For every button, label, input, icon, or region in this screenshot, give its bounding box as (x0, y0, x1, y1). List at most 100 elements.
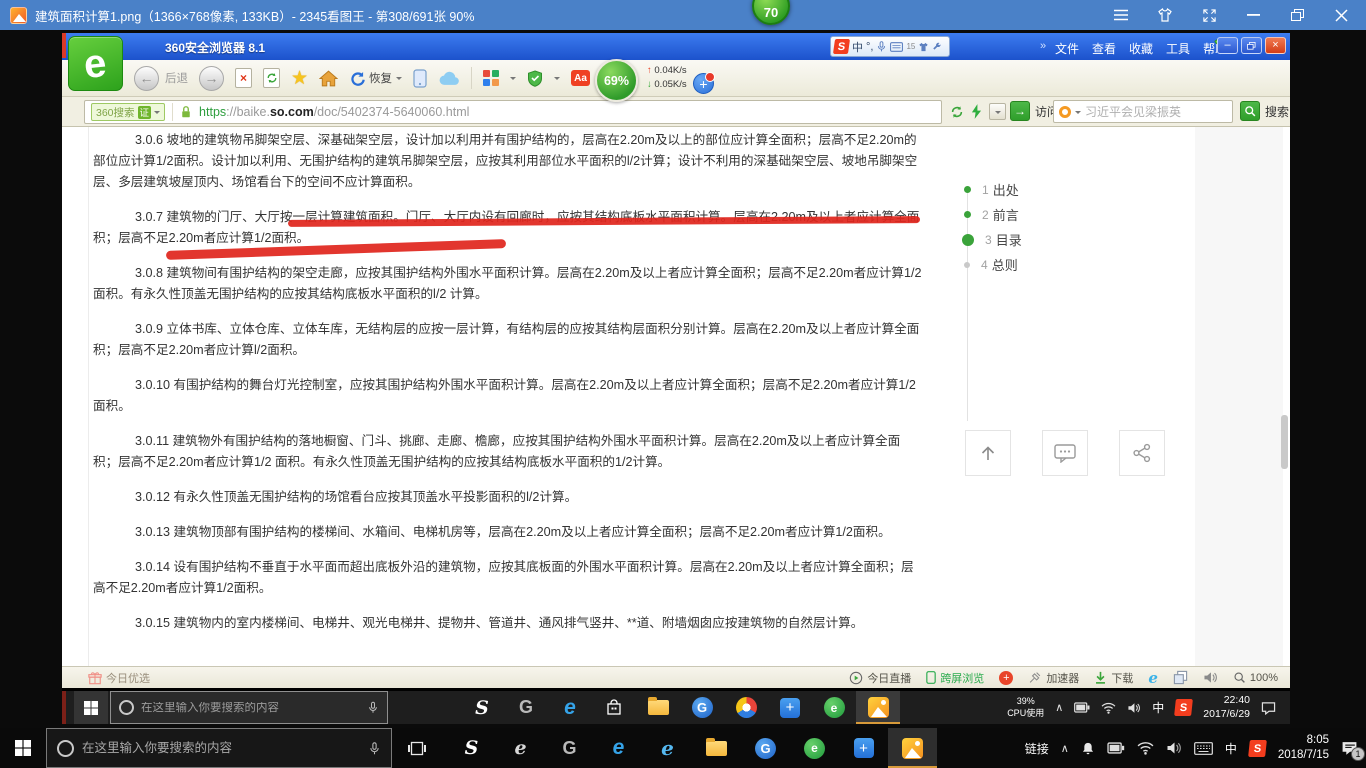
speaker-icon[interactable] (1166, 741, 1182, 755)
zoom-control[interactable]: 100% (1233, 671, 1278, 684)
browser-minimize-icon[interactable]: – (1217, 37, 1238, 54)
app-edge[interactable]: e (548, 691, 592, 724)
page-refresh-icon[interactable] (950, 105, 964, 119)
tray-clock[interactable]: 22:40 2017/6/29 (1203, 694, 1250, 721)
toc-item-qianyan[interactable]: 2 前言 (962, 202, 1082, 227)
skin-shirt-icon[interactable] (918, 42, 929, 52)
download-link[interactable]: 下载 (1094, 670, 1133, 686)
speaker-icon[interactable] (1127, 702, 1141, 714)
wifi-icon[interactable] (1101, 702, 1116, 714)
chevron-down-icon[interactable] (510, 77, 516, 83)
theme-shirt-icon[interactable] (1154, 4, 1176, 26)
app-sogou[interactable]: S (447, 728, 496, 768)
stop-button[interactable]: × (235, 68, 252, 88)
browser-restore-icon[interactable] (1241, 37, 1262, 54)
app-chrome-ball[interactable] (724, 691, 768, 724)
app-blue-plus[interactable]: + (768, 691, 812, 724)
wrench-icon[interactable] (932, 42, 942, 52)
close-icon[interactable] (1330, 4, 1352, 26)
visit-button[interactable]: → 访问 (1010, 101, 1059, 121)
ime-indicator[interactable]: 中 (1225, 740, 1237, 757)
restore-icon[interactable] (1286, 4, 1308, 26)
tray-chevron-icon[interactable]: ∧ (1061, 742, 1069, 755)
app-image-viewer-active[interactable] (856, 691, 900, 724)
speed-ball[interactable]: 69% (595, 59, 638, 102)
action-center-icon[interactable] (1261, 701, 1276, 715)
mobile-phone-icon[interactable] (413, 69, 427, 88)
accelerator-link[interactable]: 加速器 (1028, 670, 1079, 686)
app-green-browser[interactable]: e (812, 691, 856, 724)
ime-vip-level[interactable]: 15 (906, 42, 915, 51)
app-image-viewer-active[interactable] (888, 728, 937, 768)
sogou-tray-icon[interactable]: S (1248, 740, 1267, 757)
app-360-spiral[interactable]: G (504, 691, 548, 724)
apps-grid-icon[interactable] (483, 70, 499, 86)
shield-icon[interactable] (527, 70, 543, 87)
search-button[interactable]: 搜索 (1240, 101, 1289, 121)
layers-icon[interactable] (1173, 670, 1188, 685)
tray-chevron-icon[interactable]: ∧ (1055, 701, 1063, 714)
toc-item-chuchu[interactable]: 1 出处 (962, 177, 1082, 202)
address-dropdown[interactable] (989, 103, 1006, 120)
ime-lang-toggle[interactable]: 中 (852, 39, 863, 55)
wifi-icon[interactable] (1137, 741, 1154, 755)
action-center-icon[interactable]: 1 (1341, 740, 1358, 756)
battery-icon[interactable] (1074, 702, 1090, 713)
chevron-down-icon[interactable] (554, 77, 560, 83)
ime-punct-toggle[interactable]: °, (866, 41, 873, 53)
toc-item-zongze[interactable]: 4 总则 (962, 252, 1082, 277)
app-file-explorer[interactable] (692, 728, 741, 768)
app-sogou[interactable]: S (460, 691, 504, 724)
menu-file[interactable]: 文件 (1055, 40, 1079, 57)
page-scrollbar-thumb[interactable] (1281, 415, 1288, 469)
home-icon[interactable] (319, 70, 338, 87)
menu-view[interactable]: 查看 (1092, 40, 1116, 57)
daily-live-link[interactable]: 今日直播 (849, 670, 911, 686)
start-button[interactable] (0, 728, 46, 768)
hot-search-box[interactable] (1053, 100, 1233, 123)
mic-icon[interactable] (367, 700, 379, 715)
app-edge[interactable]: e (594, 728, 643, 768)
taskbar-search-box[interactable] (110, 691, 388, 724)
links-toolbar[interactable]: 链接 (1025, 740, 1049, 757)
lightning-icon[interactable] (971, 104, 982, 119)
cloud-sync-icon[interactable] (438, 71, 460, 86)
app-file-explorer[interactable] (636, 691, 680, 724)
comment-button[interactable] (1042, 430, 1088, 476)
taskbar-search-input[interactable] (82, 741, 360, 755)
app-360-browser[interactable]: G (680, 691, 724, 724)
app-ie[interactable]: e (643, 728, 692, 768)
sogou-ime-icon[interactable]: S (833, 39, 850, 54)
search-engine-badge[interactable]: 360搜索 证 (91, 103, 165, 121)
bell-icon[interactable] (1081, 741, 1095, 756)
app-360-browser[interactable]: G (741, 728, 790, 768)
app-e-light[interactable]: e (496, 728, 545, 768)
taskbar-search-box[interactable] (46, 728, 392, 768)
task-view-button[interactable] (392, 728, 441, 768)
share-button[interactable] (1119, 430, 1165, 476)
toc-item-mulu[interactable]: 3 目录 (962, 227, 1082, 252)
mic-icon[interactable] (876, 40, 887, 53)
daily-picks-link[interactable]: 今日优选 (88, 670, 150, 686)
ie-compat-icon[interactable]: e (1148, 669, 1158, 687)
battery-icon[interactable] (1107, 742, 1125, 754)
menu-icon[interactable] (1110, 4, 1132, 26)
add-plugin-icon[interactable]: + (999, 671, 1013, 685)
refresh-button[interactable] (263, 68, 280, 88)
minimize-icon[interactable] (1242, 4, 1264, 26)
address-bar[interactable]: 360搜索 证 https://baike.so.com/doc/5402374… (84, 100, 942, 124)
cross-screen-link[interactable]: 跨屏浏览 (926, 670, 984, 686)
start-button[interactable] (74, 691, 108, 724)
menu-favorites[interactable]: 收藏 (1129, 40, 1153, 57)
cpu-meter[interactable]: 39% CPU使用 (1007, 696, 1044, 719)
taskbar-search-input[interactable] (141, 702, 360, 714)
app-green-browser[interactable]: e (790, 728, 839, 768)
mic-icon[interactable] (368, 740, 381, 757)
forward-button[interactable]: → (199, 66, 224, 91)
session-restore-button[interactable]: 恢复 (349, 70, 402, 86)
add-gadget-button[interactable]: + (693, 73, 714, 94)
keyboard-icon[interactable] (890, 42, 903, 52)
ime-indicator[interactable]: 中 (1152, 699, 1164, 716)
browser-close-icon[interactable]: × (1265, 37, 1286, 54)
font-size-button[interactable]: Aa (571, 70, 590, 86)
